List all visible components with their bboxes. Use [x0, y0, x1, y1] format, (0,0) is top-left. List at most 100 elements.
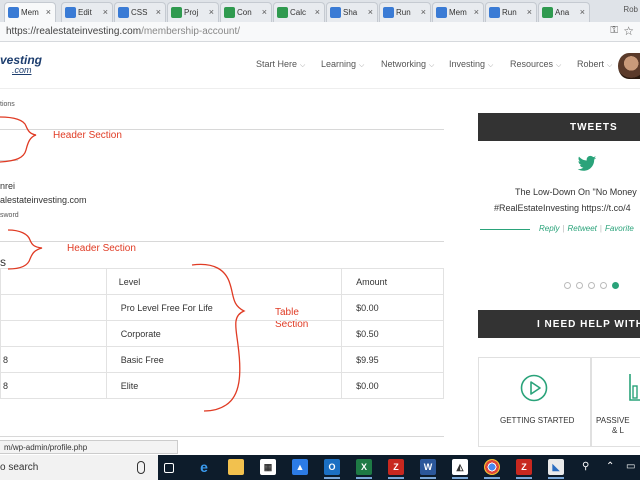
rei-favicon-icon	[65, 7, 76, 18]
tweet-text-line[interactable]: #RealEstateInvesting https://t.co/4	[478, 203, 640, 213]
twitter-bird-icon	[577, 155, 597, 171]
close-icon[interactable]: ×	[156, 7, 161, 17]
screen: Mem × Edit × CSS × Proj × Con × Calc × Sha × Ru…	[0, 0, 640, 480]
membership-table: Level Amount Pro Level Free For Life $0.…	[0, 268, 444, 399]
reply-link[interactable]: Reply	[539, 224, 559, 233]
photos-icon[interactable]: ▲	[292, 459, 308, 475]
browser-tab[interactable]: Run ×	[485, 2, 537, 22]
chevron-down-icon: ⌵	[607, 62, 613, 69]
chevron-down-icon: ⌵	[429, 62, 435, 69]
browser-tab[interactable]: Mem ×	[4, 2, 56, 22]
browser-tab[interactable]: Sha ×	[326, 2, 378, 22]
filezilla-icon[interactable]: Z	[516, 459, 532, 479]
breadcrumb: tions	[0, 101, 15, 108]
sheets-favicon-icon	[542, 7, 553, 18]
play-icon	[520, 374, 548, 402]
help-title: I NEED HELP WITH...	[537, 319, 640, 330]
subscriptions-heading: s	[0, 255, 6, 269]
avatar[interactable]	[618, 53, 640, 79]
microphone-icon[interactable]	[137, 461, 145, 474]
taskbar-search-box[interactable]: o search	[0, 455, 158, 480]
close-icon[interactable]: ×	[527, 7, 532, 17]
bookmark-star-icon[interactable]: ☆	[623, 24, 634, 38]
close-icon[interactable]: ×	[103, 7, 108, 17]
close-icon[interactable]: ×	[262, 7, 267, 17]
chevron-up-icon[interactable]: ⌃	[606, 461, 614, 472]
nav-resources[interactable]: Resources ⌵	[510, 59, 561, 70]
close-icon[interactable]: ×	[368, 7, 373, 17]
chevron-down-icon: ⌵	[556, 62, 562, 69]
tab-label: Ana	[555, 8, 570, 17]
user-tray-icon[interactable]: ⚲	[582, 461, 589, 472]
tab-label: Edit	[78, 8, 92, 17]
nav-investing[interactable]: Investing ⌵	[449, 59, 493, 70]
favorite-link[interactable]: Favorite	[605, 224, 634, 233]
table-cell-date	[0, 294, 107, 321]
help-label-passive-line-2: & L	[612, 426, 625, 435]
browser-tab-strip: Mem × Edit × CSS × Proj × Con × Calc × Sha × Ru…	[0, 0, 640, 22]
close-icon[interactable]: ×	[421, 7, 426, 17]
chrome-icon[interactable]	[484, 459, 500, 479]
task-view-icon[interactable]	[164, 463, 174, 473]
site-logo-suffix[interactable]: .com	[12, 65, 32, 75]
table-cell-date	[0, 320, 107, 347]
outlook-icon[interactable]: O	[324, 459, 340, 479]
carousel-dot[interactable]	[576, 282, 583, 289]
nav-label: Learning	[321, 59, 357, 69]
browser-tab[interactable]: Ana ×	[538, 2, 590, 22]
network-icon[interactable]: ▭	[626, 461, 635, 472]
close-icon[interactable]: ×	[474, 7, 479, 17]
status-bar-url: m/wp-admin/profile.php	[0, 440, 178, 454]
browser-profile-button[interactable]: Rob	[623, 5, 638, 14]
close-icon[interactable]: ×	[580, 7, 585, 17]
carousel-dot[interactable]	[564, 282, 571, 289]
change-password-link[interactable]: sword	[0, 212, 19, 219]
pdf-app-icon[interactable]: ◣	[548, 459, 564, 479]
image-viewer-icon[interactable]: ◭	[452, 459, 468, 479]
excel-icon[interactable]: X	[356, 459, 372, 479]
filezilla-icon[interactable]: Z	[388, 459, 404, 479]
browser-tab[interactable]: Run ×	[379, 2, 431, 22]
tweet-text-line[interactable]: The Low-Down On "No Money	[478, 187, 640, 197]
file-explorer-icon[interactable]	[228, 459, 244, 475]
browser-tab[interactable]: CSS ×	[114, 2, 166, 22]
table-row: 8 Elite $0.00	[0, 372, 444, 399]
carousel-dot[interactable]	[600, 282, 607, 289]
rei-favicon-icon	[436, 7, 447, 18]
tab-label: Mem	[21, 8, 39, 17]
nav-label: Networking	[381, 59, 427, 69]
key-icon[interactable]: ⚿	[610, 25, 618, 36]
carousel-dot[interactable]	[588, 282, 595, 289]
close-icon[interactable]: ×	[209, 7, 214, 17]
tab-label: Con	[237, 8, 252, 17]
browser-tab[interactable]: Edit ×	[61, 2, 113, 22]
rei-favicon-icon	[489, 7, 500, 18]
tab-label: Calc	[290, 8, 307, 17]
browser-tab[interactable]: Proj ×	[167, 2, 219, 22]
browser-tab[interactable]: Calc ×	[273, 2, 325, 22]
nav-learning[interactable]: Learning ⌵	[321, 59, 364, 70]
url-text[interactable]: https://realestateinvesting.com/membersh…	[6, 26, 240, 37]
column-header-date	[0, 268, 107, 295]
rei-favicon-icon	[330, 7, 341, 18]
table-cell-level: Basic Free	[105, 346, 343, 373]
close-icon[interactable]: ×	[46, 7, 51, 17]
help-label-passive: PASSIVE	[596, 416, 630, 425]
browser-tab[interactable]: Con ×	[220, 2, 272, 22]
carousel-dot-active[interactable]	[612, 282, 619, 289]
nav-user-robert[interactable]: Robert ⌵	[577, 59, 612, 70]
help-card-getting-started[interactable]	[478, 357, 591, 447]
nav-start-here[interactable]: Start Here ⌵	[256, 59, 305, 70]
nav-label: Resources	[510, 59, 554, 69]
table-cell-level: Elite	[105, 372, 343, 399]
address-bar[interactable]: https://realestateinvesting.com/membersh…	[0, 22, 640, 42]
nav-networking[interactable]: Networking ⌵	[381, 59, 434, 70]
help-label-getting-started: GETTING STARTED	[500, 416, 575, 425]
word-icon[interactable]: W	[420, 459, 436, 479]
store-icon[interactable]: ▦	[260, 459, 276, 475]
browser-tab[interactable]: Mem ×	[432, 2, 484, 22]
edge-icon[interactable]: e	[196, 459, 212, 475]
separator: |	[562, 224, 565, 233]
retweet-link[interactable]: Retweet	[568, 224, 597, 233]
close-icon[interactable]: ×	[315, 7, 320, 17]
